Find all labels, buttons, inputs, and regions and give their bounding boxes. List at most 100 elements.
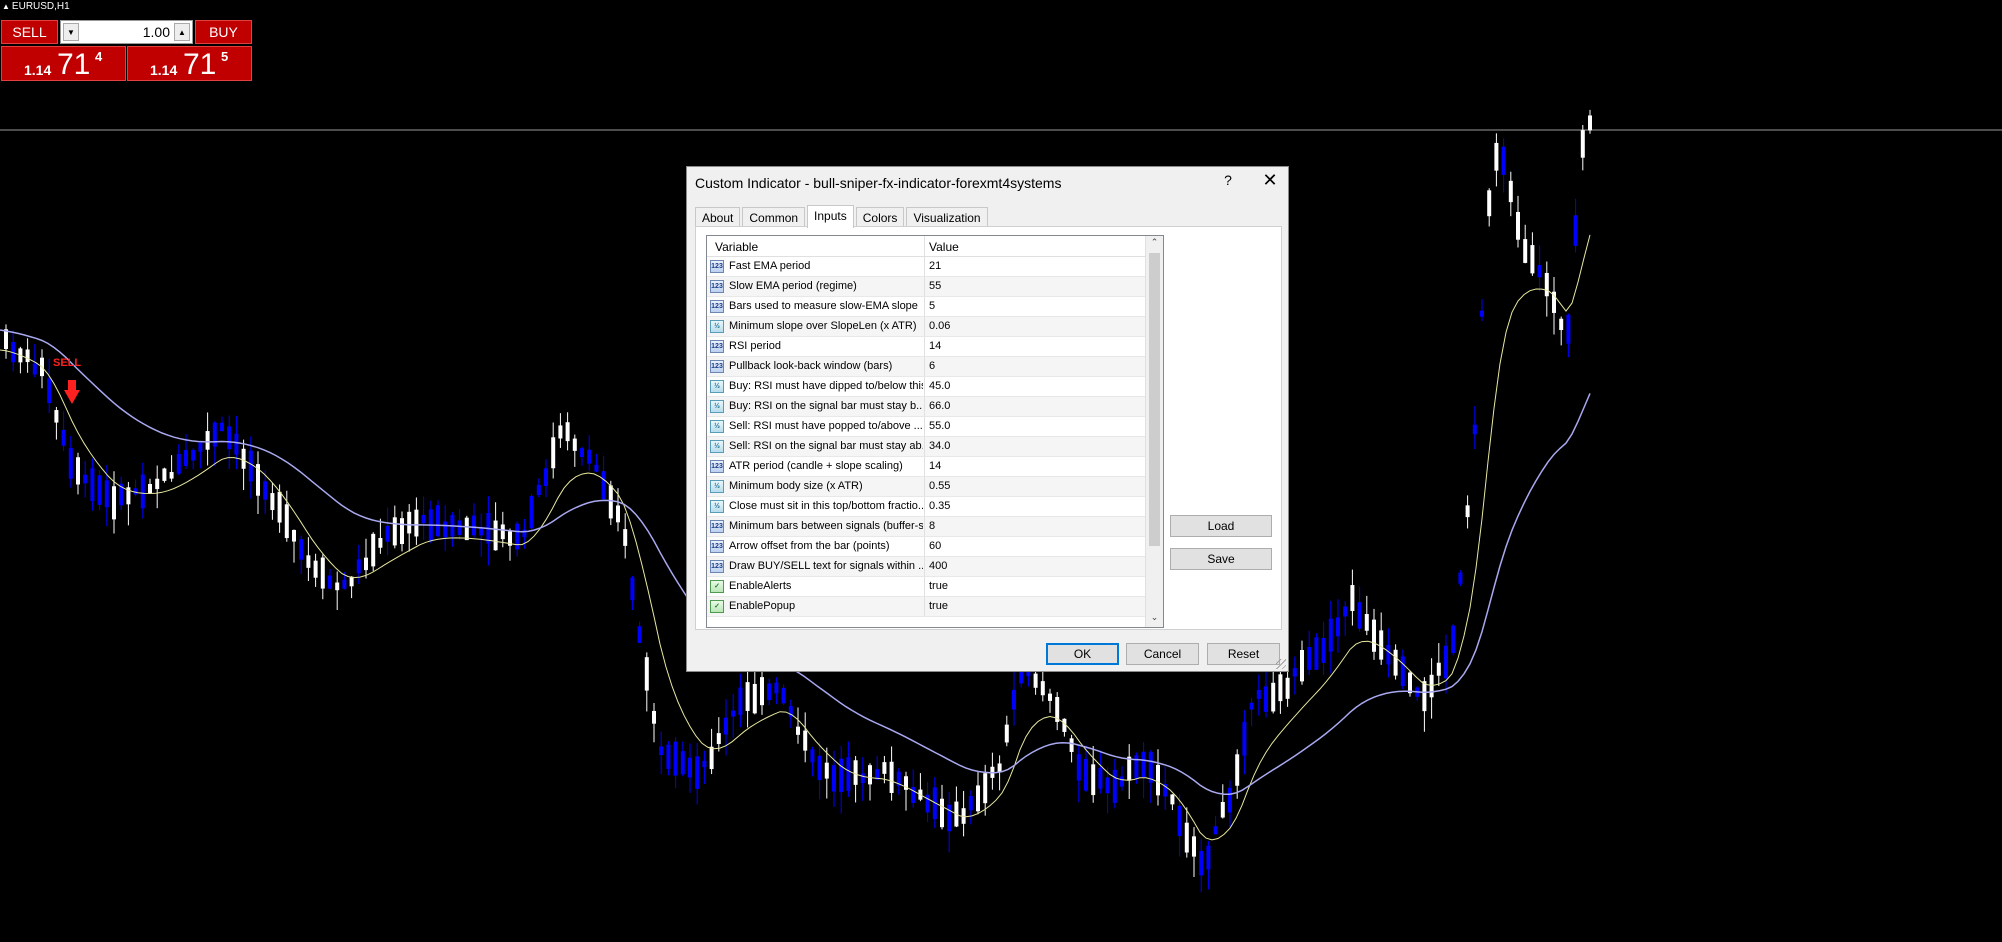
inputs-panel: Variable Value 123 Fast EMA period 21 123 Sl… [695,226,1282,630]
scroll-up-icon[interactable]: ⌃ [1148,237,1161,251]
candle-body [1588,115,1592,131]
table-row[interactable]: 123 Arrow offset from the bar (points) 60 [707,537,1146,557]
sell-arrow-icon [64,380,80,404]
int-type-icon: 123 [710,260,724,273]
variable-name: Minimum body size (x ATR) [729,480,863,492]
ask-price[interactable]: 1.14 71 5 [127,46,252,81]
double-type-icon: ½ [710,500,724,513]
table-row[interactable]: ✓ EnableAlerts true [707,577,1146,597]
scrollbar-thumb[interactable] [1149,253,1160,546]
variable-value[interactable]: 5 [929,300,935,312]
row-divider [924,377,925,396]
help-icon[interactable]: ? [1215,172,1241,188]
table-row[interactable]: ✓ EnablePopup true [707,597,1146,617]
variable-column-header[interactable]: Variable [715,240,758,254]
candle-body [1206,845,1211,870]
candle-body [551,437,556,469]
candle-body [1105,777,1110,794]
sell-button[interactable]: SELL [1,20,58,44]
variable-value[interactable]: 55 [929,280,941,292]
collapse-icon[interactable]: ▲ [2,2,10,11]
table-row[interactable]: 123 Pullback look-back window (bars) 6 [707,357,1146,377]
variable-value[interactable]: true [929,600,948,612]
tab-visualization[interactable]: Visualization [906,207,988,228]
table-row[interactable]: ½ Minimum body size (x ATR) 0.55 [707,477,1146,497]
load-button[interactable]: Load [1170,515,1272,537]
candle-body [241,448,246,469]
table-header: Variable Value [707,236,1146,257]
candle-body [392,517,397,546]
ok-button[interactable]: OK [1046,643,1119,665]
variable-name: Bars used to measure slow-EMA slope [729,300,918,312]
resize-grip[interactable] [1276,659,1286,669]
reset-button[interactable]: Reset [1207,643,1280,665]
candle-body [608,485,613,519]
candle-body [1076,754,1081,781]
variable-value[interactable]: 21 [929,260,941,272]
variable-value[interactable]: 45.0 [929,380,950,392]
table-row[interactable]: ½ Minimum slope over SlopeLen (x ATR) 0.06 [707,317,1146,337]
table-row[interactable]: 123 Minimum bars between signals (buffer-… [707,517,1146,537]
table-row[interactable]: 123 Bars used to measure slow-EMA slope 5 [707,297,1146,317]
variable-value[interactable]: 60 [929,540,941,552]
row-divider [924,317,925,336]
tab-about[interactable]: About [695,207,741,228]
candle-body [1249,702,1254,710]
double-type-icon: ½ [710,400,724,413]
close-icon[interactable]: ✕ [1257,170,1283,191]
variable-value[interactable]: 6 [929,360,935,372]
candle-body [1285,677,1290,699]
bid-price[interactable]: 1.14 71 4 [1,46,126,81]
candle-body [1004,724,1009,743]
variable-value[interactable]: 66.0 [929,400,950,412]
table-row[interactable]: ½ Sell: RSI on the signal bar must stay a… [707,437,1146,457]
candle-body [1364,614,1369,631]
variable-value[interactable]: 34.0 [929,440,950,452]
table-row[interactable]: 123 RSI period 14 [707,337,1146,357]
table-row[interactable]: 123 ATR period (candle + slope scaling) 14 [707,457,1146,477]
double-type-icon: ½ [710,480,724,493]
candle-body [169,472,174,479]
candle-body [1177,805,1182,837]
variable-value[interactable]: 14 [929,340,941,352]
candle-body [1472,424,1477,435]
tab-colors[interactable]: Colors [855,207,905,228]
table-row[interactable]: ½ Buy: RSI must have dipped to/below this… [707,377,1146,397]
candle-body [1134,755,1139,779]
vertical-scrollbar[interactable]: ⌃ ⌄ [1145,236,1163,627]
lot-size-value[interactable]: 1.00 [143,24,170,40]
candle-body [68,447,73,479]
dialog-tabs: About Common Inputs Colors Visualization [695,205,990,228]
lot-size-field[interactable]: ▼ 1.00 ▲ [60,20,193,44]
lot-increase-icon[interactable]: ▲ [174,23,190,41]
variable-name: EnablePopup [729,600,796,612]
lot-decrease-icon[interactable]: ▼ [63,23,79,41]
candle-body [191,449,196,461]
table-row[interactable]: 123 Draw BUY/SELL text for signals within… [707,557,1146,577]
tab-inputs[interactable]: Inputs [807,205,854,228]
ask-price-prefix: 1.14 [150,62,178,78]
variable-value[interactable]: 0.06 [929,320,950,332]
buy-button[interactable]: BUY [195,20,252,44]
candle-body [997,763,1002,773]
variable-value[interactable]: 0.35 [929,500,950,512]
value-column-header[interactable]: Value [929,240,959,254]
variable-value[interactable]: true [929,580,948,592]
candle-body [1127,756,1132,781]
candle-body [1084,758,1088,791]
table-row[interactable]: ½ Close must sit in this top/bottom fract… [707,497,1146,517]
table-row[interactable]: 123 Slow EMA period (regime) 55 [707,277,1146,297]
variable-value[interactable]: 400 [929,560,947,572]
scroll-down-icon[interactable]: ⌄ [1148,612,1161,626]
variable-value[interactable]: 55.0 [929,420,950,432]
save-button[interactable]: Save [1170,548,1272,570]
variable-value[interactable]: 14 [929,460,941,472]
variable-value[interactable]: 8 [929,520,935,532]
table-row[interactable]: ½ Buy: RSI on the signal bar must stay b.… [707,397,1146,417]
variable-value[interactable]: 0.55 [929,480,950,492]
table-row[interactable]: ½ Sell: RSI must have popped to/above ...… [707,417,1146,437]
cancel-button[interactable]: Cancel [1126,643,1199,665]
table-row[interactable]: 123 Fast EMA period 21 [707,257,1146,277]
tab-common[interactable]: Common [742,207,806,228]
dialog-title: Custom Indicator - bull-sniper-fx-indica… [695,175,1062,191]
